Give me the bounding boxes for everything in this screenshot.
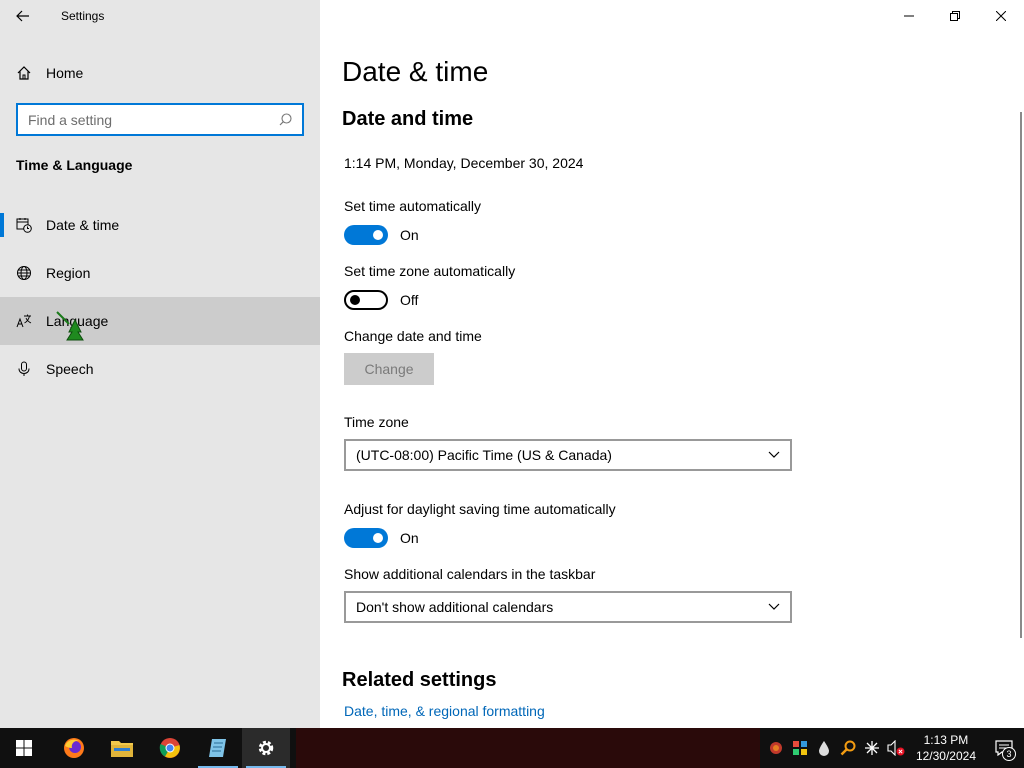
additional-calendars-label: Show additional calendars in the taskbar: [344, 566, 596, 582]
sidebar-item-region[interactable]: Region: [0, 249, 320, 297]
sidebar-item-label: Date & time: [46, 217, 120, 233]
notification-count-badge: 3: [1002, 747, 1016, 761]
toggle-state: On: [400, 530, 419, 546]
main-content: Date & time Date and time 1:14 PM, Monda…: [320, 0, 1024, 728]
minimize-icon: [904, 15, 914, 17]
close-button[interactable]: [978, 0, 1024, 32]
daylight-saving-toggle[interactable]: On: [344, 528, 419, 548]
section-heading: Date and time: [342, 108, 474, 130]
tray-app-red[interactable]: [764, 728, 788, 768]
clock-time: 1:13 PM: [923, 733, 969, 747]
toggle-state: On: [400, 227, 419, 243]
close-icon: [996, 11, 1006, 21]
notepad-icon: [209, 739, 226, 757]
search-icon[interactable]: [279, 113, 292, 126]
set-time-auto-label: Set time automatically: [344, 198, 481, 214]
time-zone-label: Time zone: [344, 414, 409, 430]
current-datetime: 1:14 PM, Monday, December 30, 2024: [344, 155, 584, 171]
language-icon: [16, 314, 32, 328]
busy-cursor-icon: [56, 311, 84, 341]
daylight-saving-label: Adjust for daylight saving time automati…: [344, 501, 616, 517]
toggle-switch-off[interactable]: [344, 290, 388, 310]
home-icon: [17, 66, 31, 80]
red-circle-icon: [769, 742, 782, 754]
back-arrow-icon: [16, 10, 29, 22]
nav-list: Date & time Region Language Speech: [0, 201, 320, 393]
volume-muted-icon: [887, 740, 905, 756]
regional-formatting-link[interactable]: Date, time, & regional formatting: [344, 703, 545, 719]
app-title: Settings: [61, 9, 105, 23]
taskbar-clock[interactable]: 1:13 PM 12/30/2024: [908, 732, 984, 764]
taskbar-background: [296, 728, 760, 768]
set-timezone-auto-label: Set time zone automatically: [344, 263, 516, 279]
chevron-down-icon: [768, 451, 780, 458]
tray-volume[interactable]: [884, 728, 908, 768]
sidebar-item-date-time[interactable]: Date & time: [0, 201, 320, 249]
time-zone-value: (UTC-08:00) Pacific Time (US & Canada): [356, 447, 612, 463]
sidebar-item-label: Speech: [46, 361, 94, 377]
toggle-switch-on[interactable]: [344, 528, 388, 548]
sidebar-item-speech[interactable]: Speech: [0, 345, 320, 393]
restore-button[interactable]: [932, 0, 978, 32]
additional-calendars-dropdown[interactable]: Don't show additional calendars: [344, 591, 792, 623]
minimize-button[interactable]: [886, 0, 932, 32]
puzzle-icon: [792, 741, 807, 755]
change-datetime-label: Change date and time: [344, 328, 482, 344]
sidebar: Settings Home Time & Language Date & tim…: [0, 0, 320, 728]
globe-icon: [17, 266, 31, 280]
scrollbar[interactable]: [1020, 112, 1022, 638]
sidebar-item-label: Region: [46, 265, 91, 281]
folder-icon: [111, 741, 133, 757]
restore-icon: [950, 11, 960, 21]
start-button[interactable]: [0, 728, 48, 768]
sidebar-item-language[interactable]: Language: [0, 297, 320, 345]
search-box[interactable]: [16, 103, 304, 136]
tray-app-puzzle[interactable]: [788, 728, 812, 768]
calendar-clock-icon: [16, 218, 32, 233]
page-title: Date & time: [342, 56, 489, 87]
window-controls: [886, 0, 1024, 32]
home-label: Home: [46, 65, 84, 81]
title-bar: Settings: [0, 0, 320, 32]
taskbar-firefox[interactable]: [50, 728, 98, 768]
action-center-button[interactable]: 3: [984, 728, 1024, 768]
change-button[interactable]: Change: [344, 353, 434, 385]
toggle-switch-on[interactable]: [344, 225, 388, 245]
additional-calendars-value: Don't show additional calendars: [356, 599, 554, 615]
chevron-down-icon: [768, 603, 780, 610]
taskbar: 1:13 PM 12/30/2024 3: [0, 728, 1024, 768]
firefox-icon: [64, 738, 84, 758]
system-tray: 1:13 PM 12/30/2024 3: [764, 728, 1024, 768]
chrome-icon: [159, 738, 180, 758]
gear-icon: [258, 740, 274, 756]
section-title: Time & Language: [16, 157, 133, 173]
taskbar-notepad[interactable]: [194, 728, 242, 768]
clock-date: 12/30/2024: [915, 749, 976, 763]
sparkle-icon: [864, 741, 879, 755]
set-timezone-auto-toggle[interactable]: Off: [344, 290, 418, 310]
tray-app-drop[interactable]: [812, 728, 836, 768]
windows-logo-icon: [16, 740, 32, 756]
taskbar-file-explorer[interactable]: [98, 728, 146, 768]
taskbar-settings[interactable]: [242, 728, 290, 768]
search-input[interactable]: [28, 111, 279, 128]
taskbar-chrome[interactable]: [146, 728, 194, 768]
magnifier-icon: [840, 740, 856, 756]
water-drop-icon: [818, 741, 829, 756]
time-zone-dropdown[interactable]: (UTC-08:00) Pacific Time (US & Canada): [344, 439, 792, 471]
related-settings-heading: Related settings: [342, 669, 497, 691]
tray-app-search[interactable]: [836, 728, 860, 768]
set-time-auto-toggle[interactable]: On: [344, 225, 419, 245]
microphone-icon: [18, 361, 30, 376]
home-nav-item[interactable]: Home: [0, 52, 320, 94]
tray-app-star[interactable]: [860, 728, 884, 768]
toggle-state: Off: [400, 292, 419, 308]
back-button[interactable]: [0, 0, 46, 32]
